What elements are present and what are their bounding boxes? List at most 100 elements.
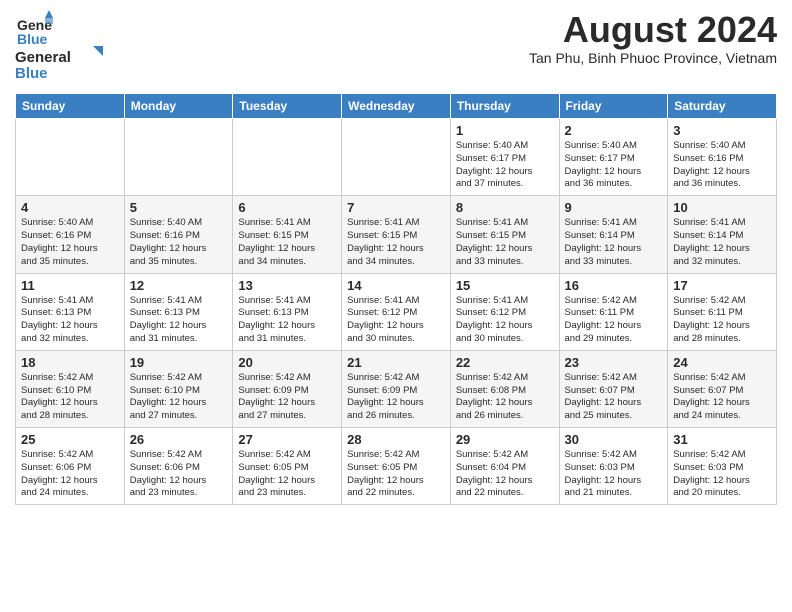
day-number: 5 — [130, 200, 228, 215]
day-info: Sunrise: 5:41 AM Sunset: 6:12 PM Dayligh… — [347, 295, 445, 346]
calendar-cell: 5 Sunrise: 5:40 AM Sunset: 6:16 PM Daylig… — [124, 196, 233, 273]
day-of-week-header: Friday — [559, 94, 668, 119]
svg-text:General: General — [15, 49, 71, 66]
day-number: 29 — [456, 432, 554, 447]
calendar-cell: 15 Sunrise: 5:41 AM Sunset: 6:12 PM Dayli… — [450, 273, 559, 350]
day-info: Sunrise: 5:41 AM Sunset: 6:13 PM Dayligh… — [21, 295, 119, 346]
day-of-week-header: Sunday — [16, 94, 125, 119]
day-info: Sunrise: 5:41 AM Sunset: 6:13 PM Dayligh… — [238, 295, 336, 346]
day-number: 16 — [565, 278, 663, 293]
calendar-week-row: 1 Sunrise: 5:40 AM Sunset: 6:17 PM Daylig… — [16, 119, 777, 196]
calendar-table: SundayMondayTuesdayWednesdayThursdayFrid… — [15, 93, 777, 505]
calendar-week-row: 25 Sunrise: 5:42 AM Sunset: 6:06 PM Dayli… — [16, 428, 777, 505]
calendar-body: 1 Sunrise: 5:40 AM Sunset: 6:17 PM Daylig… — [16, 119, 777, 505]
day-of-week-header: Monday — [124, 94, 233, 119]
day-info: Sunrise: 5:42 AM Sunset: 6:04 PM Dayligh… — [456, 449, 554, 500]
day-of-week-header: Thursday — [450, 94, 559, 119]
day-number: 15 — [456, 278, 554, 293]
calendar-cell: 4 Sunrise: 5:40 AM Sunset: 6:16 PM Daylig… — [16, 196, 125, 273]
calendar-cell: 28 Sunrise: 5:42 AM Sunset: 6:05 PM Dayli… — [342, 428, 451, 505]
day-number: 8 — [456, 200, 554, 215]
day-number: 18 — [21, 355, 119, 370]
day-number: 12 — [130, 278, 228, 293]
day-info: Sunrise: 5:41 AM Sunset: 6:15 PM Dayligh… — [347, 217, 445, 268]
calendar-cell: 16 Sunrise: 5:42 AM Sunset: 6:11 PM Dayli… — [559, 273, 668, 350]
day-of-week-header: Wednesday — [342, 94, 451, 119]
calendar-cell: 29 Sunrise: 5:42 AM Sunset: 6:04 PM Dayli… — [450, 428, 559, 505]
day-info: Sunrise: 5:42 AM Sunset: 6:06 PM Dayligh… — [21, 449, 119, 500]
day-info: Sunrise: 5:40 AM Sunset: 6:16 PM Dayligh… — [130, 217, 228, 268]
day-number: 28 — [347, 432, 445, 447]
day-info: Sunrise: 5:42 AM Sunset: 6:11 PM Dayligh… — [673, 295, 771, 346]
calendar-cell: 7 Sunrise: 5:41 AM Sunset: 6:15 PM Daylig… — [342, 196, 451, 273]
day-info: Sunrise: 5:42 AM Sunset: 6:08 PM Dayligh… — [456, 372, 554, 423]
calendar-cell: 18 Sunrise: 5:42 AM Sunset: 6:10 PM Dayli… — [16, 350, 125, 427]
day-number: 3 — [673, 123, 771, 138]
day-info: Sunrise: 5:40 AM Sunset: 6:16 PM Dayligh… — [21, 217, 119, 268]
day-number: 24 — [673, 355, 771, 370]
day-info: Sunrise: 5:42 AM Sunset: 6:03 PM Dayligh… — [565, 449, 663, 500]
day-info: Sunrise: 5:41 AM Sunset: 6:12 PM Dayligh… — [456, 295, 554, 346]
day-info: Sunrise: 5:41 AM Sunset: 6:14 PM Dayligh… — [673, 217, 771, 268]
calendar-cell: 12Sunrise: 5:41 AM Sunset: 6:13 PM Dayli… — [124, 273, 233, 350]
svg-text:Blue: Blue — [15, 65, 48, 82]
day-number: 31 — [673, 432, 771, 447]
calendar-cell: 19 Sunrise: 5:42 AM Sunset: 6:10 PM Dayli… — [124, 350, 233, 427]
calendar-header: SundayMondayTuesdayWednesdayThursdayFrid… — [16, 94, 777, 119]
day-info: Sunrise: 5:40 AM Sunset: 6:16 PM Dayligh… — [673, 140, 771, 191]
day-number: 6 — [238, 200, 336, 215]
day-number: 10 — [673, 200, 771, 215]
day-info: Sunrise: 5:42 AM Sunset: 6:05 PM Dayligh… — [238, 449, 336, 500]
logo-text-svg: General Blue — [15, 44, 105, 82]
day-number: 17 — [673, 278, 771, 293]
calendar-cell: 13Sunrise: 5:41 AM Sunset: 6:13 PM Dayli… — [233, 273, 342, 350]
day-number: 9 — [565, 200, 663, 215]
day-number: 7 — [347, 200, 445, 215]
title-block: August 2024 Tan Phu, Binh Phuoc Province… — [529, 10, 777, 66]
calendar-cell — [16, 119, 125, 196]
day-number: 23 — [565, 355, 663, 370]
day-number: 21 — [347, 355, 445, 370]
day-info: Sunrise: 5:41 AM Sunset: 6:15 PM Dayligh… — [238, 217, 336, 268]
calendar-cell: 27Sunrise: 5:42 AM Sunset: 6:05 PM Dayli… — [233, 428, 342, 505]
calendar-week-row: 11 Sunrise: 5:41 AM Sunset: 6:13 PM Dayli… — [16, 273, 777, 350]
day-number: 2 — [565, 123, 663, 138]
page-header: General Blue General Blue August 2024 Ta… — [15, 10, 777, 87]
day-of-week-header: Tuesday — [233, 94, 342, 119]
calendar-cell — [233, 119, 342, 196]
day-number: 1 — [456, 123, 554, 138]
subtitle: Tan Phu, Binh Phuoc Province, Vietnam — [529, 50, 777, 66]
day-number: 25 — [21, 432, 119, 447]
day-info: Sunrise: 5:40 AM Sunset: 6:17 PM Dayligh… — [565, 140, 663, 191]
calendar-cell: 3 Sunrise: 5:40 AM Sunset: 6:16 PM Daylig… — [668, 119, 777, 196]
calendar-cell — [124, 119, 233, 196]
day-info: Sunrise: 5:42 AM Sunset: 6:07 PM Dayligh… — [565, 372, 663, 423]
day-number: 14 — [347, 278, 445, 293]
day-info: Sunrise: 5:42 AM Sunset: 6:07 PM Dayligh… — [673, 372, 771, 423]
calendar-cell: 2 Sunrise: 5:40 AM Sunset: 6:17 PM Daylig… — [559, 119, 668, 196]
calendar-cell — [342, 119, 451, 196]
day-number: 20 — [238, 355, 336, 370]
calendar-cell: 20 Sunrise: 5:42 AM Sunset: 6:09 PM Dayli… — [233, 350, 342, 427]
day-number: 26 — [130, 432, 228, 447]
logo-icon: General Blue — [15, 10, 53, 48]
calendar-week-row: 18 Sunrise: 5:42 AM Sunset: 6:10 PM Dayli… — [16, 350, 777, 427]
calendar-cell: 17 Sunrise: 5:42 AM Sunset: 6:11 PM Dayli… — [668, 273, 777, 350]
calendar-cell: 14 Sunrise: 5:41 AM Sunset: 6:12 PM Dayli… — [342, 273, 451, 350]
day-info: Sunrise: 5:42 AM Sunset: 6:05 PM Dayligh… — [347, 449, 445, 500]
day-of-week-header: Saturday — [668, 94, 777, 119]
day-info: Sunrise: 5:42 AM Sunset: 6:10 PM Dayligh… — [21, 372, 119, 423]
calendar-week-row: 4 Sunrise: 5:40 AM Sunset: 6:16 PM Daylig… — [16, 196, 777, 273]
main-title: August 2024 — [529, 10, 777, 50]
calendar-cell: 6 Sunrise: 5:41 AM Sunset: 6:15 PM Daylig… — [233, 196, 342, 273]
day-number: 4 — [21, 200, 119, 215]
day-info: Sunrise: 5:40 AM Sunset: 6:17 PM Dayligh… — [456, 140, 554, 191]
day-number: 11 — [21, 278, 119, 293]
day-number: 19 — [130, 355, 228, 370]
day-info: Sunrise: 5:42 AM Sunset: 6:11 PM Dayligh… — [565, 295, 663, 346]
day-info: Sunrise: 5:42 AM Sunset: 6:06 PM Dayligh… — [130, 449, 228, 500]
day-info: Sunrise: 5:42 AM Sunset: 6:10 PM Dayligh… — [130, 372, 228, 423]
day-info: Sunrise: 5:42 AM Sunset: 6:09 PM Dayligh… — [238, 372, 336, 423]
calendar-cell: 30Sunrise: 5:42 AM Sunset: 6:03 PM Dayli… — [559, 428, 668, 505]
calendar-cell: 24 Sunrise: 5:42 AM Sunset: 6:07 PM Dayli… — [668, 350, 777, 427]
